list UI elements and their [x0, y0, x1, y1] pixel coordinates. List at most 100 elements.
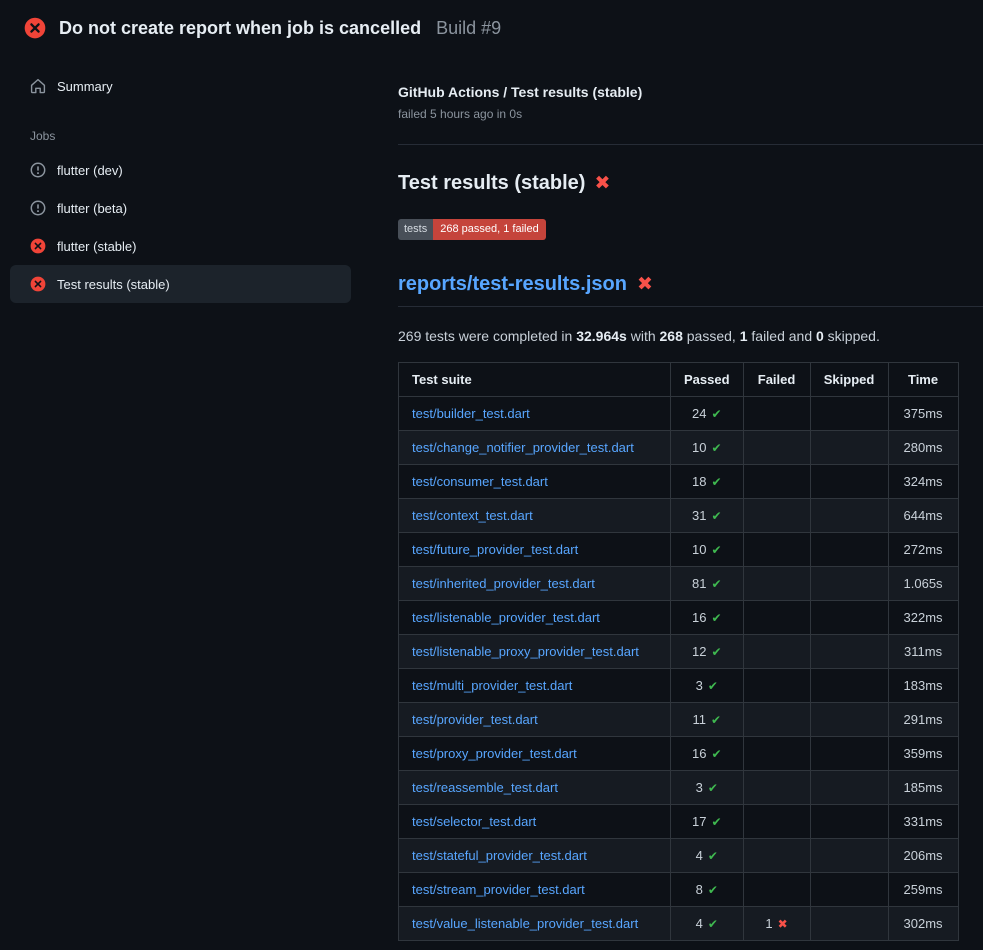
suite-cell: test/proxy_provider_test.dart [399, 737, 671, 771]
sidebar-item-flutter-beta[interactable]: flutter (beta) [10, 189, 351, 227]
count: 1 [765, 916, 772, 931]
summary-failed: 1 [740, 328, 748, 344]
passed-cell: 16✔ [671, 737, 744, 771]
suite-link[interactable]: test/consumer_test.dart [412, 474, 548, 489]
suite-cell: test/provider_test.dart [399, 703, 671, 737]
table-row: test/stateful_provider_test.dart4✔206ms [399, 839, 959, 873]
table-row: test/proxy_provider_test.dart16✔359ms [399, 737, 959, 771]
time-cell: 185ms [888, 771, 958, 805]
suite-link[interactable]: test/reassemble_test.dart [412, 780, 558, 795]
sidebar-item-flutter-dev[interactable]: flutter (dev) [10, 151, 351, 189]
time-cell: 280ms [888, 431, 958, 465]
skipped-cell [810, 635, 888, 669]
sidebar-item-summary[interactable]: Summary [10, 67, 351, 105]
home-icon [30, 78, 46, 94]
tests-badge: tests 268 passed, 1 failed [398, 219, 546, 240]
count: 3 [696, 678, 703, 693]
jobs-heading: Jobs [10, 105, 398, 151]
check-icon: ✔ [711, 611, 721, 625]
skipped-cell [810, 465, 888, 499]
count: 11 [692, 712, 706, 727]
report-link[interactable]: reports/test-results.json [398, 273, 627, 296]
summary-text: skipped. [824, 328, 880, 344]
table-row: test/listenable_provider_test.dart16✔322… [399, 601, 959, 635]
suite-link[interactable]: test/builder_test.dart [412, 406, 530, 421]
run-status-line: failed 5 hours ago in 0s [398, 107, 983, 121]
check-icon: ✔ [711, 815, 721, 829]
failed-cell [743, 499, 810, 533]
count: 4 [696, 848, 703, 863]
suite-link[interactable]: test/listenable_provider_test.dart [412, 610, 600, 625]
passed-cell: 11✔ [671, 703, 744, 737]
suite-link[interactable]: test/stateful_provider_test.dart [412, 848, 587, 863]
table-row: test/inherited_provider_test.dart81✔1.06… [399, 567, 959, 601]
section-title-text: Test results (stable) [398, 172, 585, 195]
summary-line: 269 tests were completed in 32.964s with… [398, 328, 983, 344]
column-header-time: Time [888, 363, 958, 397]
suite-cell: test/context_test.dart [399, 499, 671, 533]
skipped-cell [810, 567, 888, 601]
suite-cell: test/consumer_test.dart [399, 465, 671, 499]
passed-cell: 24✔ [671, 397, 744, 431]
time-cell: 206ms [888, 839, 958, 873]
fail-status-icon [30, 276, 46, 292]
failed-cell [743, 431, 810, 465]
suite-cell: test/builder_test.dart [399, 397, 671, 431]
suite-link[interactable]: test/multi_provider_test.dart [412, 678, 572, 693]
time-cell: 302ms [888, 907, 958, 941]
suite-cell: test/selector_test.dart [399, 805, 671, 839]
summary-skipped: 0 [816, 328, 824, 344]
count: 3 [696, 780, 703, 795]
failed-cell [743, 839, 810, 873]
suite-cell: test/reassemble_test.dart [399, 771, 671, 805]
check-icon: ✔ [711, 509, 721, 523]
count: 24 [692, 406, 706, 421]
table-row: test/stream_provider_test.dart8✔259ms [399, 873, 959, 907]
skipped-cell [810, 907, 888, 941]
sidebar-item-label: Summary [57, 79, 113, 94]
check-icon: ✔ [708, 883, 718, 897]
skipped-cell [810, 703, 888, 737]
skipped-cell [810, 839, 888, 873]
passed-cell: 12✔ [671, 635, 744, 669]
x-icon: ✖ [778, 917, 788, 931]
run-header: Do not create report when job is cancell… [0, 0, 983, 53]
breadcrumb: GitHub Actions / Test results (stable) [398, 84, 983, 100]
sidebar-item-test-results-stable[interactable]: Test results (stable) [10, 265, 351, 303]
suite-link[interactable]: test/selector_test.dart [412, 814, 536, 829]
sidebar-item-flutter-stable[interactable]: flutter (stable) [10, 227, 351, 265]
suite-cell: test/value_listenable_provider_test.dart [399, 907, 671, 941]
failed-cell [743, 737, 810, 771]
suite-link[interactable]: test/listenable_proxy_provider_test.dart [412, 644, 639, 659]
fail-status-icon [30, 238, 46, 254]
suite-link[interactable]: test/stream_provider_test.dart [412, 882, 585, 897]
table-header-row: Test suite Passed Failed Skipped Time [399, 363, 959, 397]
table-row: test/future_provider_test.dart10✔272ms [399, 533, 959, 567]
sidebar: Summary Jobs flutter (dev) flut [0, 53, 398, 303]
skipped-cell [810, 737, 888, 771]
sidebar-item-label: Test results (stable) [57, 277, 170, 292]
check-icon: ✔ [708, 679, 718, 693]
summary-duration: 32.964s [576, 328, 627, 344]
passed-cell: 10✔ [671, 533, 744, 567]
column-header-passed: Passed [671, 363, 744, 397]
suite-link[interactable]: test/future_provider_test.dart [412, 542, 578, 557]
passed-cell: 16✔ [671, 601, 744, 635]
table-row: test/change_notifier_provider_test.dart1… [399, 431, 959, 465]
time-cell: 311ms [888, 635, 958, 669]
suite-link[interactable]: test/value_listenable_provider_test.dart [412, 916, 638, 931]
suite-link[interactable]: test/proxy_provider_test.dart [412, 746, 577, 761]
count: 81 [692, 576, 706, 591]
count: 12 [692, 644, 706, 659]
suite-link[interactable]: test/provider_test.dart [412, 712, 538, 727]
sidebar-item-label: flutter (beta) [57, 201, 127, 216]
suite-cell: test/stateful_provider_test.dart [399, 839, 671, 873]
failed-cell [743, 703, 810, 737]
table-row: test/selector_test.dart17✔331ms [399, 805, 959, 839]
time-cell: 1.065s [888, 567, 958, 601]
suite-link[interactable]: test/inherited_provider_test.dart [412, 576, 595, 591]
check-icon: ✔ [711, 543, 721, 557]
suite-link[interactable]: test/context_test.dart [412, 508, 533, 523]
suite-link[interactable]: test/change_notifier_provider_test.dart [412, 440, 634, 455]
table-row: test/context_test.dart31✔644ms [399, 499, 959, 533]
